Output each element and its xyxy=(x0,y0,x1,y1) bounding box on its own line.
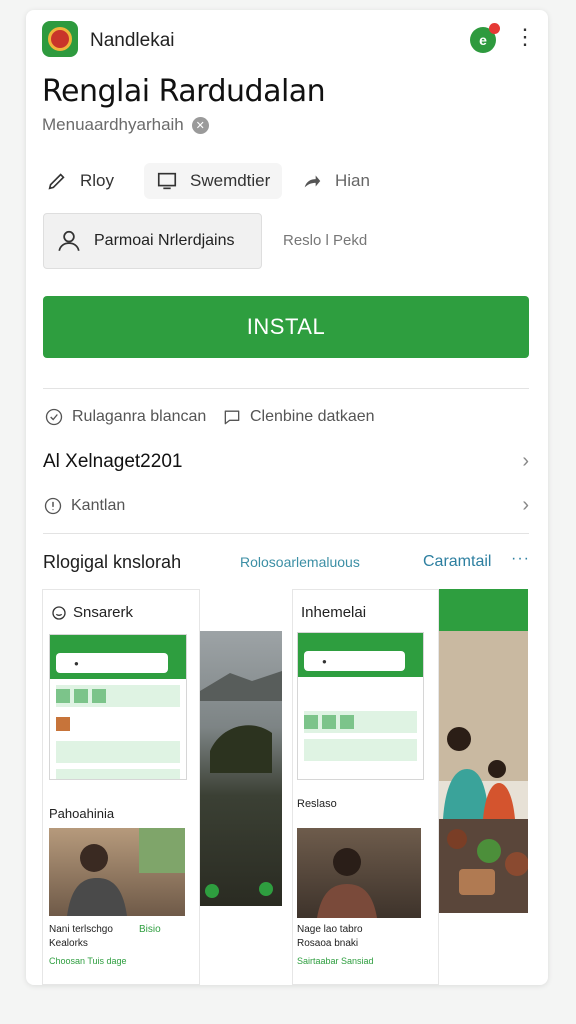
person-button[interactable]: Parmoai Nrlerdjains xyxy=(43,213,262,269)
app-logo-icon xyxy=(42,21,78,57)
list-row-info[interactable]: Kantlan › xyxy=(43,494,529,517)
notification-badge-icon[interactable]: e xyxy=(470,23,500,53)
landscape-icon xyxy=(200,671,282,898)
action-swemdtier-button[interactable]: Swemdtier xyxy=(144,163,283,199)
chat-bubble-icon xyxy=(224,410,240,425)
list-row-info-label: Kantlan xyxy=(71,496,126,514)
phone-mock-2: ● xyxy=(297,632,424,780)
divider xyxy=(43,388,529,389)
subtitle-row: Menuaardhyarhaih ✕ xyxy=(42,115,209,135)
more-options-icon[interactable]: ⋮ xyxy=(514,26,536,48)
family-photo-icon xyxy=(439,589,528,913)
chevron-right-icon: › xyxy=(522,450,529,472)
screenshot-1-caption-2: Kealorks xyxy=(49,938,88,949)
meta-right: Clenbine datkaen xyxy=(222,407,375,427)
screenshot-1-caption: Nani terlschgo xyxy=(49,924,113,935)
screenshot-1-photo xyxy=(49,828,185,916)
landscape-photo[interactable] xyxy=(200,631,282,906)
screenshot-2-label-row: Inhemelai xyxy=(301,604,366,621)
install-button[interactable]: INSTAL xyxy=(43,296,529,358)
app-name: Nandlekai xyxy=(90,30,175,51)
woman-photo-icon xyxy=(317,848,377,918)
action-hian-label: Hian xyxy=(335,171,370,190)
page-title: Renglai Rardudalan xyxy=(42,74,326,109)
divider xyxy=(43,533,529,534)
list-row-version[interactable]: Al Xelnaget2201 › xyxy=(43,450,529,473)
close-icon[interactable]: ✕ xyxy=(191,116,209,134)
pencil-icon xyxy=(48,173,65,190)
chevron-right-icon: › xyxy=(522,494,529,516)
app-detail-card: Nandlekai e ⋮ Renglai Rardudalan Menuaar… xyxy=(26,10,548,985)
action-rloy-label: Rloy xyxy=(80,171,115,190)
phone-mock-1: ● xyxy=(49,634,187,780)
side-link[interactable]: Reslo l Pekd xyxy=(283,232,367,249)
person-button-label: Parmoai Nrlerdjains xyxy=(94,232,235,249)
family-photo[interactable] xyxy=(439,589,528,913)
comment-icon xyxy=(157,172,177,190)
subtitle-text: Menuaardhyarhaih xyxy=(42,115,184,134)
section-subtitle: Rolosoarlemaluous xyxy=(240,554,360,570)
screenshot-2-caption-2: Rosaoa bnaki xyxy=(297,938,359,949)
screenshot-2-photo xyxy=(297,828,421,918)
person-photo-icon xyxy=(67,828,185,916)
share-icon xyxy=(304,175,321,188)
screenshot-2-label: Inhemelai xyxy=(301,604,367,621)
smiley-icon xyxy=(52,605,66,620)
meta-right-text: Clenbine datkaen xyxy=(250,408,375,425)
screenshot-2-caption: Nage lao tabro xyxy=(297,924,363,935)
screenshot-2[interactable]: Inhemelai ● Reslaso Nage lao tabro Rosao… xyxy=(292,589,439,985)
screenshot-1-tag: Bisio xyxy=(139,924,161,935)
screenshot-1-label-row: Snsarerk xyxy=(51,604,133,621)
check-circle-icon xyxy=(45,408,63,426)
screenshot-1-news-title: Pahoahinia xyxy=(49,806,115,821)
screenshot-1-caption-3: Choosan Tuis dage xyxy=(49,956,127,966)
info-icon xyxy=(44,497,62,514)
action-rloy-button[interactable]: Rloy xyxy=(46,163,114,199)
screenshot-1-label: Snsarerk xyxy=(73,604,134,621)
screenshot-1[interactable]: Snsarerk ● Pahoahinia Nani terlschgo Bis… xyxy=(42,589,200,985)
screenshot-2-news-title: Reslaso xyxy=(297,798,337,810)
meta-left: Rulaganra blancan xyxy=(44,407,206,427)
person-icon xyxy=(58,230,80,251)
section-link[interactable]: Caramtail xyxy=(423,553,491,571)
section-more-icon[interactable]: ··· xyxy=(511,550,530,568)
action-swemdtier-label: Swemdtier xyxy=(190,171,271,190)
list-row-version-label: Al Xelnaget2201 xyxy=(43,450,183,472)
action-hian-button[interactable]: Hian xyxy=(301,163,370,199)
section-title: Rlogigal knslorah xyxy=(43,552,182,572)
meta-left-text: Rulaganra blancan xyxy=(72,408,207,425)
screenshot-2-caption-3: Sairtaabar Sansiad xyxy=(297,956,374,966)
